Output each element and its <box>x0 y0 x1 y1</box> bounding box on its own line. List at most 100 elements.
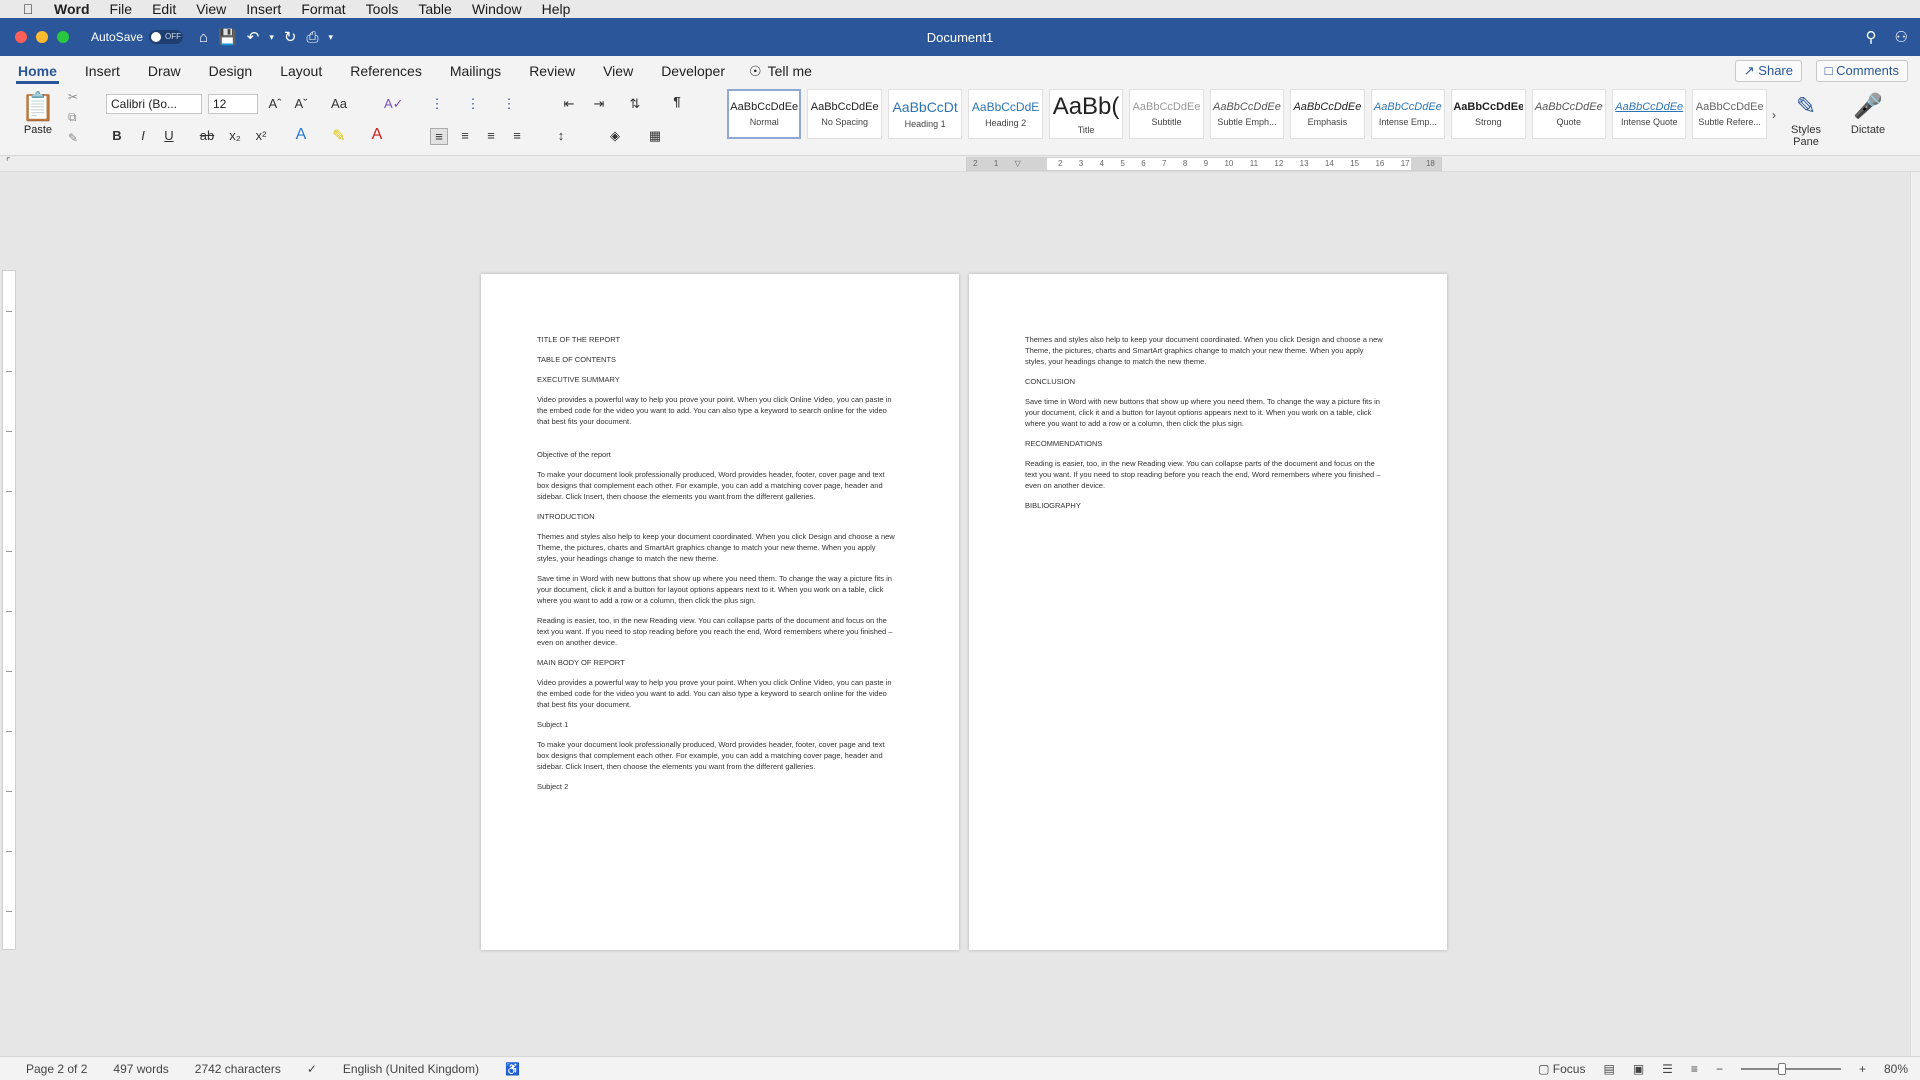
accessibility-icon[interactable]: ♿ <box>505 1062 520 1076</box>
document-canvas[interactable]: TITLE OF THE REPORT TABLE OF CONTENTS EX… <box>18 172 1910 1056</box>
font-name-select[interactable]: Calibri (Bo... <box>106 94 202 114</box>
tab-draw[interactable]: Draw <box>134 56 195 86</box>
style-no-spacing[interactable]: AaBbCcDdEe No Spacing <box>807 89 882 139</box>
borders-icon[interactable]: ▦ <box>646 128 664 144</box>
style-emphasis[interactable]: AaBbCcDdEe Emphasis <box>1290 89 1365 139</box>
superscript-icon[interactable]: x² <box>252 128 270 143</box>
zoom-slider[interactable] <box>1740 1063 1841 1075</box>
strikethrough-icon[interactable]: ab <box>198 128 216 143</box>
search-icon[interactable]: ⚲ <box>1866 28 1877 46</box>
print-icon[interactable]: ⎙ <box>306 29 318 46</box>
font-size-select[interactable]: 12 <box>208 94 258 114</box>
multilevel-list-icon[interactable]: ⋮ <box>500 96 518 112</box>
tab-layout[interactable]: Layout <box>266 56 336 86</box>
subscript-icon[interactable]: x₂ <box>226 128 244 143</box>
menu-help[interactable]: Help <box>542 1 571 17</box>
comments-button[interactable]: □ Comments <box>1815 60 1908 82</box>
copy-icon[interactable]: ⧉ <box>68 110 78 125</box>
dictate-button[interactable]: 🎤 Dictate <box>1842 90 1894 136</box>
page-count[interactable]: Page 2 of 2 <box>26 1062 87 1076</box>
style-heading-2[interactable]: AaBbCcDdE Heading 2 <box>968 89 1043 139</box>
tab-mailings[interactable]: Mailings <box>436 56 515 86</box>
bold-icon[interactable]: B <box>108 128 126 143</box>
app-menu[interactable]: Word <box>54 1 90 17</box>
tab-selector-icon[interactable]: ⌜ <box>6 157 11 168</box>
horizontal-ruler[interactable]: 2 1 ▽ 1 2 3 4 5 6 7 8 9 10 11 12 13 14 1… <box>966 157 1442 171</box>
style-subtle-reference[interactable]: AaBbCcDdEe Subtle Refere... <box>1692 89 1767 139</box>
clear-formatting-icon[interactable]: A✓ <box>384 96 404 112</box>
highlight-icon[interactable]: ✎ <box>330 126 348 146</box>
menu-insert[interactable]: Insert <box>246 1 281 17</box>
align-left-icon[interactable]: ≡ <box>430 128 448 145</box>
print-layout-icon[interactable]: ▤ <box>1603 1062 1614 1076</box>
decrease-indent-icon[interactable]: ⇤ <box>560 96 578 112</box>
grow-font-icon[interactable]: Aˆ <box>266 96 284 111</box>
chevron-down-icon[interactable]: ▾ <box>269 32 274 43</box>
menu-edit[interactable]: Edit <box>152 1 176 17</box>
autosave-toggle[interactable]: OFF <box>149 30 184 44</box>
styles-pane-button[interactable]: ✎ Styles Pane <box>1780 90 1832 148</box>
tab-review[interactable]: Review <box>515 56 589 86</box>
page-2-content[interactable]: Themes and styles also help to keep your… <box>1025 334 1385 520</box>
cut-icon[interactable]: ✂ <box>68 90 78 104</box>
menu-view[interactable]: View <box>196 1 226 17</box>
menu-window[interactable]: Window <box>472 1 522 17</box>
document-page-1[interactable]: TITLE OF THE REPORT TABLE OF CONTENTS EX… <box>481 274 959 950</box>
menu-tools[interactable]: Tools <box>366 1 399 17</box>
zoom-window-button[interactable] <box>57 31 69 43</box>
vertical-ruler[interactable] <box>2 270 16 950</box>
word-count[interactable]: 497 words <box>113 1062 168 1076</box>
change-case-icon[interactable]: Aa <box>330 96 348 111</box>
indent-marker-icon[interactable]: ▽ <box>1015 158 1021 170</box>
show-formatting-icon[interactable]: ¶ <box>668 94 686 109</box>
tell-me-search[interactable]: ☉ Tell me <box>739 63 812 80</box>
style-intense-quote[interactable]: AaBbCcDdEe Intense Quote <box>1612 89 1687 139</box>
web-layout-icon[interactable]: ▣ <box>1633 1062 1644 1076</box>
draft-view-icon[interactable]: ≡ <box>1691 1062 1698 1076</box>
account-icon[interactable]: ⚇ <box>1895 28 1908 46</box>
style-title[interactable]: AaBb( Title <box>1048 89 1124 139</box>
tab-view[interactable]: View <box>589 56 647 86</box>
style-subtle-emphasis[interactable]: AaBbCcDdEe Subtle Emph... <box>1209 89 1285 139</box>
line-spacing-icon[interactable]: ↕ <box>552 128 570 143</box>
minimize-window-button[interactable] <box>36 31 48 43</box>
tab-design[interactable]: Design <box>195 56 267 86</box>
style-normal[interactable]: AaBbCcDdEe Normal <box>727 89 802 139</box>
underline-icon[interactable]: U <box>160 128 178 143</box>
share-button[interactable]: ↗ Share <box>1734 60 1802 82</box>
customize-toolbar-icon[interactable]: ▾ <box>329 32 334 43</box>
text-effects-icon[interactable]: A <box>292 126 310 144</box>
apple-icon[interactable]:  <box>20 1 36 17</box>
focus-button[interactable]: ▢ Focus <box>1538 1062 1585 1076</box>
zoom-percentage[interactable]: 80% <box>1884 1062 1908 1076</box>
page-1-content[interactable]: TITLE OF THE REPORT TABLE OF CONTENTS EX… <box>537 334 897 801</box>
menu-table[interactable]: Table <box>418 1 451 17</box>
justify-icon[interactable]: ≡ <box>508 128 526 143</box>
style-heading-1[interactable]: AaBbCcDt Heading 1 <box>887 89 963 139</box>
menu-file[interactable]: File <box>110 1 133 17</box>
shading-icon[interactable]: ◈ <box>606 128 624 144</box>
style-strong[interactable]: AaBbCcDdEe Strong <box>1451 89 1526 139</box>
zoom-in-icon[interactable]: + <box>1859 1062 1866 1076</box>
menu-format[interactable]: Format <box>301 1 345 17</box>
sort-icon[interactable]: ⇅ <box>626 96 644 112</box>
proofing-icon[interactable]: ✓ <box>307 1062 317 1076</box>
document-page-2[interactable]: Themes and styles also help to keep your… <box>969 274 1447 950</box>
tab-references[interactable]: References <box>336 56 436 86</box>
increase-indent-icon[interactable]: ⇥ <box>590 96 608 112</box>
close-window-button[interactable] <box>15 31 27 43</box>
tab-home[interactable]: Home <box>4 56 71 86</box>
paste-button[interactable]: 📋 Paste <box>14 90 62 136</box>
vertical-scrollbar[interactable] <box>1910 172 1920 1056</box>
bullets-icon[interactable]: ⋮ <box>428 96 446 112</box>
format-painter-icon[interactable]: ✎ <box>68 131 78 145</box>
character-count[interactable]: 2742 characters <box>195 1062 281 1076</box>
style-intense-emphasis[interactable]: AaBbCcDdEe Intense Emp... <box>1370 89 1446 139</box>
numbering-icon[interactable]: ⋮ <box>464 96 482 112</box>
home-icon[interactable]: ⌂ <box>199 29 208 46</box>
zoom-slider-knob[interactable] <box>1777 1063 1786 1075</box>
redo-icon[interactable]: ↻ <box>284 28 297 46</box>
zoom-out-icon[interactable]: − <box>1716 1062 1723 1076</box>
style-quote[interactable]: AaBbCcDdEe Quote <box>1531 89 1606 139</box>
tab-insert[interactable]: Insert <box>71 56 134 86</box>
